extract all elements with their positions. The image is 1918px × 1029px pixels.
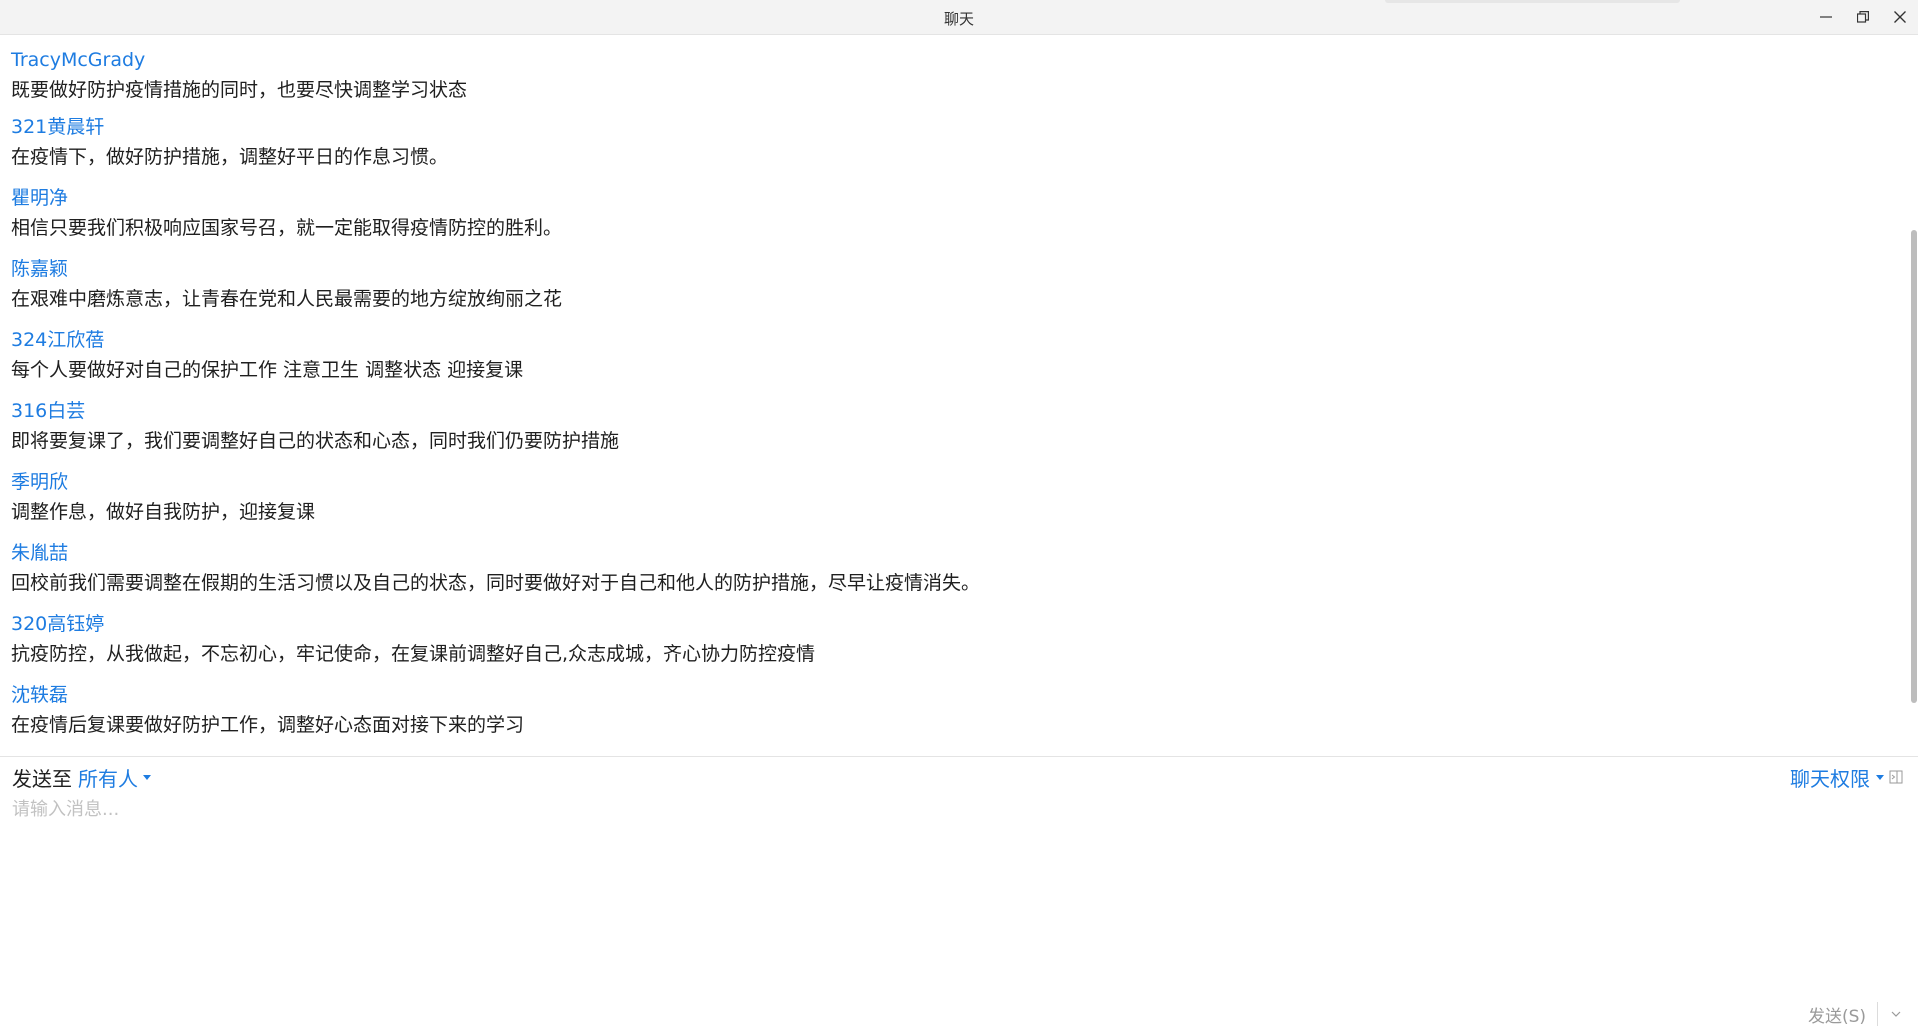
send-button[interactable]: 发送(S)	[1808, 1002, 1866, 1027]
message-text: 抗疫防控，从我做起，不忘初心，牢记使命，在复课前调整好自己,众志成城，齐心协力防…	[11, 643, 816, 665]
message-sender: 陈嘉颖	[11, 258, 69, 280]
caret-down-icon	[143, 774, 151, 780]
chat-permissions-label: 聊天权限	[1790, 766, 1870, 791]
message-sender: 朱胤喆	[11, 542, 69, 564]
minimize-button[interactable]	[1808, 0, 1844, 34]
message-item: 陈嘉颖 在艰难中磨炼意志，让青春在党和人民最需要的地方绽放绚丽之花	[11, 257, 562, 311]
message-item: 朱胤喆 回校前我们需要调整在假期的生活习惯以及自己的状态，同时要做好对于自己和他…	[11, 541, 980, 595]
message-text: 在疫情下，做好防护措施，调整好平日的作息习惯。	[11, 146, 449, 168]
message-sender: 季明欣	[11, 471, 69, 493]
popout-icon	[1889, 770, 1903, 784]
message-text: 在艰难中磨炼意志，让青春在党和人民最需要的地方绽放绚丽之花	[11, 288, 563, 310]
message-text: 回校前我们需要调整在假期的生活习惯以及自己的状态，同时要做好对于自己和他人的防护…	[11, 572, 981, 594]
message-text: 调整作息，做好自我防护，迎接复课	[11, 501, 316, 523]
message-text: 即将要复课了，我们要调整好自己的状态和心态，同时我们仍要防护措施	[11, 430, 620, 452]
restore-button[interactable]	[1845, 0, 1881, 34]
message-item: 321黄晨轩 在疫情下，做好防护措施，调整好平日的作息习惯。	[11, 115, 448, 169]
message-sender: 沈轶磊	[11, 684, 69, 706]
message-list[interactable]: TracyMcGrady 既要做好防护疫情措施的同时，也要尽快调整学习状态 32…	[0, 35, 1910, 757]
message-sender: 320高钰婷	[11, 613, 105, 635]
recipient-dropdown[interactable]: 所有人	[78, 763, 151, 792]
message-sender: 316白芸	[11, 400, 86, 422]
message-text: 在疫情后复课要做好防护工作，调整好心态面对接下来的学习	[11, 714, 525, 736]
send-to-row: 发送至 所有人	[12, 763, 151, 792]
message-item: TracyMcGrady 既要做好防护疫情措施的同时，也要尽快调整学习状态	[11, 48, 467, 102]
message-sender: 324江欣蓓	[11, 329, 105, 351]
message-sender: 321黄晨轩	[11, 116, 105, 138]
title-bar-shadow	[1385, 0, 1680, 3]
message-item: 324江欣蓓 每个人要做好对自己的保护工作 注意卫生 调整状态 迎接复课	[11, 328, 523, 382]
restore-icon	[1857, 11, 1869, 23]
message-item: 沈轶磊 在疫情后复课要做好防护工作，调整好心态面对接下来的学习	[11, 683, 524, 737]
send-button-separator	[1877, 1002, 1878, 1026]
close-button[interactable]	[1882, 0, 1918, 34]
minimize-icon	[1820, 16, 1832, 18]
message-item: 季明欣 调整作息，做好自我防护，迎接复课	[11, 470, 315, 524]
window-title: 聊天	[943, 10, 974, 28]
message-item: 320高钰婷 抗疫防控，从我做起，不忘初心，牢记使命，在复课前调整好自己,众志成…	[11, 612, 815, 666]
message-sender: 瞿明净	[11, 187, 69, 209]
title-bar: 聊天	[0, 0, 1918, 35]
message-item: 瞿明净 相信只要我们积极响应国家号召，就一定能取得疫情防控的胜利。	[11, 186, 562, 240]
send-to-label: 发送至	[12, 766, 72, 791]
message-item: 316白芸 即将要复课了，我们要调整好自己的状态和心态，同时我们仍要防护措施	[11, 399, 619, 453]
message-text: 相信只要我们积极响应国家号召，就一定能取得疫情防控的胜利。	[11, 217, 563, 239]
composer-divider	[0, 756, 1918, 757]
message-sender: TracyMcGrady	[11, 49, 146, 71]
message-text: 既要做好防护疫情措施的同时，也要尽快调整学习状态	[11, 79, 468, 101]
chevron-down-icon	[1891, 1011, 1901, 1017]
chat-permissions-button[interactable]: 聊天权限	[1790, 764, 1903, 791]
send-options-button[interactable]	[1884, 1002, 1908, 1026]
recipient-value: 所有人	[78, 766, 138, 791]
message-list-scrollbar[interactable]	[1911, 230, 1917, 703]
caret-down-icon	[1876, 774, 1884, 780]
close-icon	[1894, 11, 1906, 23]
message-text: 每个人要做好对自己的保护工作 注意卫生 调整状态 迎接复课	[11, 359, 524, 381]
message-input[interactable]	[8, 795, 1916, 985]
